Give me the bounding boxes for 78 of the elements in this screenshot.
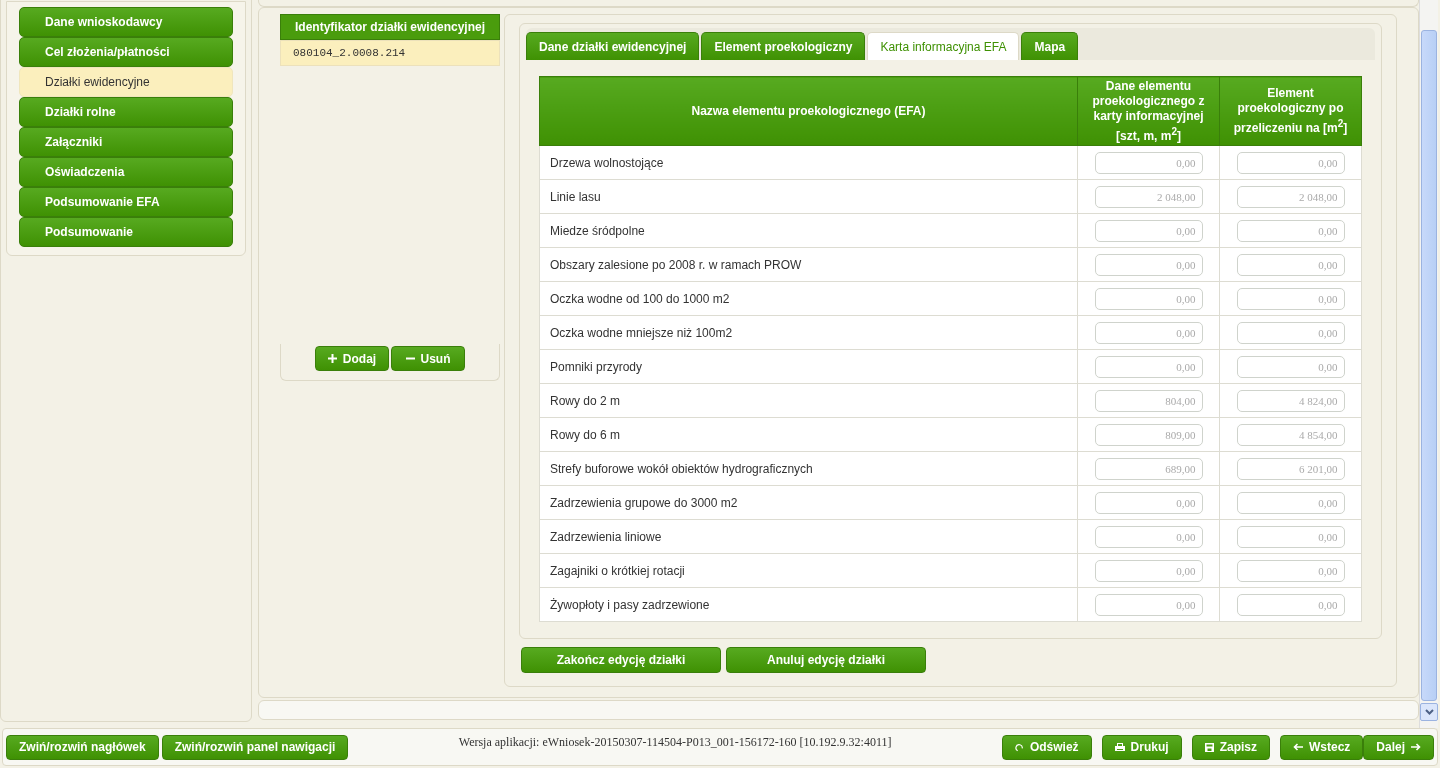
input-field[interactable]: 2 048,00 [1094, 185, 1203, 208]
input-field[interactable]: 0,00 [1094, 151, 1203, 174]
input-field[interactable]: 2 048,00 [1236, 185, 1345, 208]
footer-button[interactable]: Zwiń/rozwiń nagłówek [6, 734, 159, 760]
column-header: Identyfikator działki ewidencyjnej [280, 14, 500, 40]
footer-button[interactable]: Dalej [1363, 734, 1434, 760]
table-cell: Drzewa wolnostojące [539, 145, 1078, 180]
input-field[interactable]: 0,00 [1236, 355, 1345, 378]
input-field[interactable]: 0,00 [1094, 219, 1203, 242]
plus-icon [327, 354, 337, 363]
input-field[interactable]: 0,00 [1236, 287, 1345, 310]
input-field[interactable]: 0,00 [1094, 593, 1203, 616]
column-header: Element proekologiczny po przeliczeniu na [m$^{2}$] [1219, 76, 1362, 146]
nav-item[interactable]: Cel złożenia/płatności [19, 37, 233, 67]
table-cell: Zagajniki o krótkiej rotacji [539, 553, 1078, 588]
nav-item[interactable]: Działki ewidencyjne [19, 67, 233, 97]
input-field[interactable]: 0,00 [1094, 525, 1203, 548]
input-field[interactable]: 0,00 [1094, 559, 1203, 582]
column-header: Nazwa elementu proekologicznego (EFA) [539, 76, 1078, 146]
tab[interactable]: Dane działki ewidencyjnej [526, 32, 700, 60]
scrollbar[interactable] [1419, 0, 1438, 728]
nav-item[interactable]: Oświadczenia [19, 157, 233, 187]
printer-icon [1114, 742, 1125, 752]
input-field[interactable]: 689,00 [1094, 457, 1203, 480]
input-field[interactable]: 0,00 [1236, 525, 1345, 548]
input-field[interactable]: 0,00 [1094, 321, 1203, 344]
input-field[interactable]: 0,00 [1236, 559, 1345, 582]
parcel-button[interactable]: Usuń [391, 346, 465, 371]
edit-button[interactable]: Zakończ edycję działki [521, 647, 721, 673]
footer-button[interactable]: Wstecz [1279, 734, 1364, 760]
input-field[interactable]: 804,00 [1094, 389, 1203, 412]
nav-item[interactable]: Działki rolne [19, 97, 233, 127]
parcel-button[interactable]: Dodaj [315, 346, 389, 371]
version-text: Wersja aplikacji: eWniosek-20150307-114504-P013_001-156172-160 [10.192.9.32:4011] [457, 734, 893, 750]
table-cell: Oczka wodne od 100 do 1000 m2 [539, 281, 1078, 316]
footer-button[interactable]: Zwiń/rozwiń panel nawigacji [161, 734, 349, 760]
footer-button[interactable]: Drukuj [1101, 734, 1182, 760]
footer-button[interactable]: Zapisz [1191, 734, 1270, 760]
table-cell: Zadrzewienia grupowe do 3000 m2 [539, 485, 1078, 520]
input-field[interactable]: 0,00 [1236, 219, 1345, 242]
right-arrow-icon [1411, 743, 1421, 751]
parcel-row[interactable]: 080104_2.0008.214 [280, 40, 500, 66]
edit-button[interactable]: Anuluj edycję działki [726, 647, 926, 673]
input-field[interactable]: 809,00 [1094, 423, 1203, 446]
tab[interactable]: Mapa [1021, 32, 1079, 60]
table-cell: Zadrzewienia liniowe [539, 519, 1078, 554]
input-field[interactable]: 6 201,00 [1236, 457, 1345, 480]
table-cell: Obszary zalesione po 2008 r. w ramach PROW [539, 247, 1078, 282]
table-cell: Pomniki przyrody [539, 349, 1078, 384]
input-field[interactable]: 0,00 [1094, 253, 1203, 276]
nav-item[interactable]: Dane wnioskodawcy [19, 7, 233, 37]
save-icon [1204, 742, 1214, 752]
nav-item[interactable]: Podsumowanie [19, 217, 233, 247]
tab[interactable]: Element proekologiczny [701, 32, 866, 60]
table-cell: Żywopłoty i pasy zadrzewione [539, 587, 1078, 622]
input-field[interactable]: 4 854,00 [1236, 423, 1345, 446]
nav-item[interactable]: Załączniki [19, 127, 233, 157]
table-cell: Strefy buforowe wokół obiektów hydrograficznych [539, 451, 1078, 486]
table-cell: Oczka wodne mniejsze niż 100m2 [539, 315, 1078, 350]
table-cell: Rowy do 6 m [539, 417, 1078, 452]
input-field[interactable]: 0,00 [1236, 593, 1345, 616]
input-field[interactable]: 0,00 [1236, 491, 1345, 514]
footer-button[interactable]: Odśwież [1001, 734, 1092, 760]
nav-item[interactable]: Podsumowanie EFA [19, 187, 233, 217]
column-header: Dane elementu proekologicznego z karty informacyjnej [szt, m, m$^{2}$] [1077, 76, 1220, 146]
input-field[interactable]: 0,00 [1094, 355, 1203, 378]
input-field[interactable]: 0,00 [1236, 253, 1345, 276]
input-field[interactable]: 0,00 [1094, 491, 1203, 514]
tab[interactable]: Karta informacyjna EFA [867, 32, 1020, 60]
refresh-icon [1014, 742, 1024, 752]
table-cell: Miedze śródpolne [539, 213, 1078, 248]
input-field[interactable]: 4 824,00 [1236, 389, 1345, 412]
input-field[interactable]: 0,00 [1236, 151, 1345, 174]
table-cell: Rowy do 2 m [539, 383, 1078, 418]
input-field[interactable]: 0,00 [1094, 287, 1203, 310]
table-cell: Linie lasu [539, 179, 1078, 214]
input-field[interactable]: 0,00 [1236, 321, 1345, 344]
left-arrow-icon [1292, 743, 1303, 751]
